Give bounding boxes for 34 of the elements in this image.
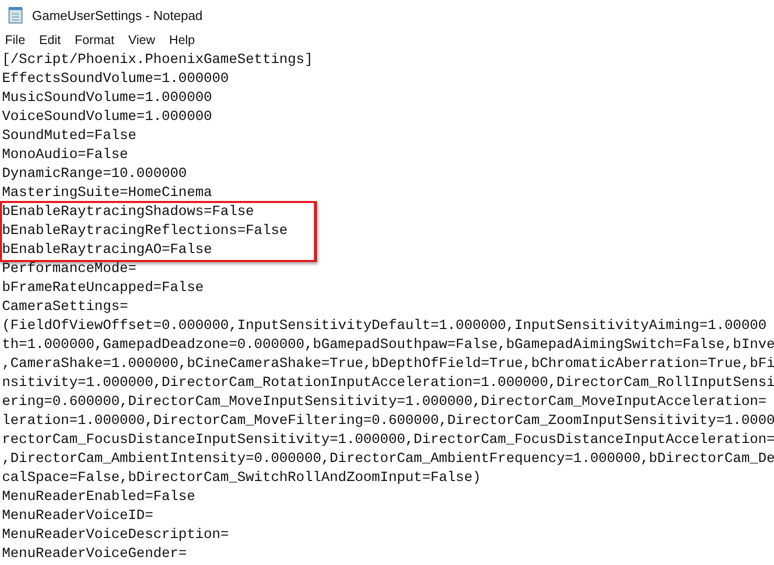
text-line: calSpace=False,bDirectorCam_SwitchRollAndZoomInput=False) <box>2 469 481 488</box>
text-line: bEnableRaytracingShadows=False <box>2 203 254 222</box>
menu-item[interactable]: File <box>5 33 26 47</box>
text-line: bFrameRateUncapped=False <box>2 279 204 298</box>
text-line: MasteringSuite=HomeCinema <box>2 184 212 203</box>
text-line: DynamicRange=10.000000 <box>2 165 187 184</box>
text-line: th=1.000000,GamepadDeadzone=0.000000,bGamepadSouthpaw=False,bGamepadAimingSwitch=False,bInve <box>2 336 774 355</box>
text-line: bEnableRaytracingReflections=False <box>2 222 288 241</box>
notepad-icon <box>8 6 24 24</box>
text-line: ,CameraShake=1.000000,bCineCameraShake=True,bDepthOfField=True,bChromaticAberration=True,bFi <box>2 355 774 374</box>
text-line: MenuReaderVoiceGender= <box>2 545 187 564</box>
text-line: ,DirectorCam_AmbientIntensity=0.000000,DirectorCam_AmbientFrequency=1.000000,bDirectorCam_De <box>2 450 774 469</box>
text-line: (FieldOfViewOffset=0.000000,InputSensitivityDefault=1.000000,InputSensitivityAiming=1.00000 <box>2 317 767 336</box>
text-line: rectorCam_FocusDistanceInputSensitivity=1.000000,DirectorCam_FocusDistanceInputAcceleration= <box>2 431 774 450</box>
menu-item[interactable]: Format <box>74 33 114 47</box>
text-line: CameraSettings= <box>2 298 128 317</box>
text-line: MenuReaderVoiceDescription= <box>2 526 229 545</box>
text-line: nsitivity=1.000000,DirectorCam_RotationInputAcceleration=1.000000,DirectorCam_RollInputSensi <box>2 374 774 393</box>
text-line: bEnableRaytracingAO=False <box>2 241 212 260</box>
text-line: leration=1.000000,DirectorCam_MoveFiltering=0.600000,DirectorCam_ZoomInputSensitivity=1.0000 <box>2 412 774 431</box>
menu-item[interactable]: Edit <box>39 33 61 47</box>
text-line: PerformanceMode= <box>2 260 136 279</box>
text-line: MenuReaderEnabled=False <box>2 488 196 507</box>
text-line: VoiceSoundVolume=1.000000 <box>2 108 212 127</box>
text-line: MenuReaderVoiceID= <box>2 507 154 526</box>
text-line: ering=0.600000,DirectorCam_MoveInputSensitivity=1.000000,DirectorCam_MoveInputAcceleration= <box>2 393 767 412</box>
window-title: GameUserSettings - Notepad <box>32 8 203 22</box>
text-line: SoundMuted=False <box>2 127 136 146</box>
text-line: [/Script/Phoenix.PhoenixGameSettings] <box>2 51 313 70</box>
menu-item[interactable]: View <box>128 33 156 47</box>
menu-item[interactable]: Help <box>169 33 195 47</box>
text-line: MonoAudio=False <box>2 146 128 165</box>
text-line: MusicSoundVolume=1.000000 <box>2 89 212 108</box>
text-line: EffectsSoundVolume=1.000000 <box>2 70 229 89</box>
